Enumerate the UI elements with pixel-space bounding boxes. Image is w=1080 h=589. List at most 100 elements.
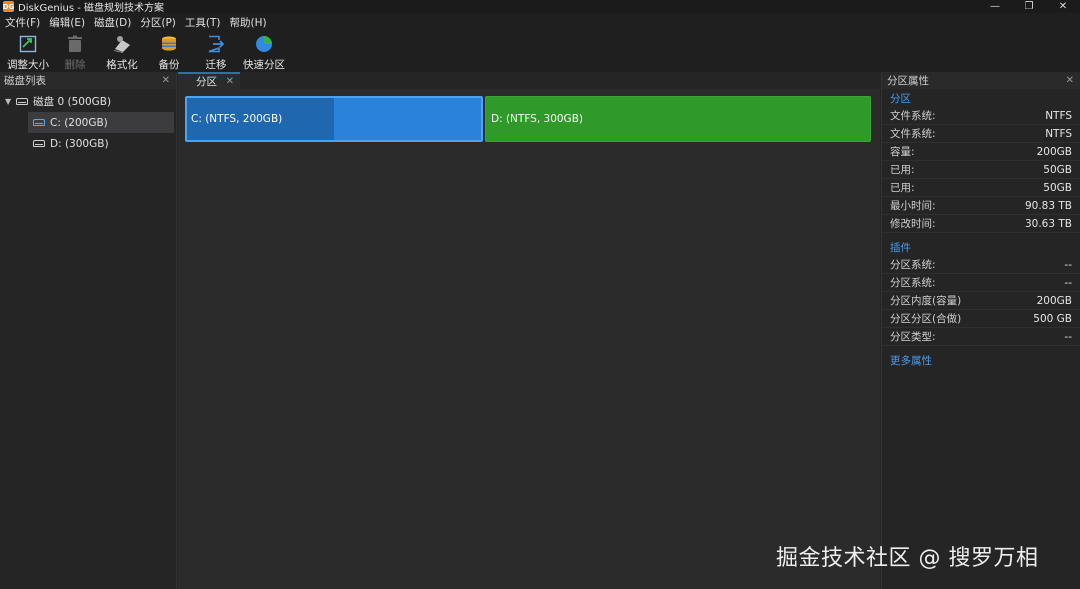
toolbar: 调整大小 删除 格式化 备份 迁移 快速分区 xyxy=(0,31,1080,72)
resize-label: 调整大小 xyxy=(7,59,49,71)
property-value: NTFS xyxy=(1045,127,1072,140)
database-icon xyxy=(159,34,179,54)
migrate-label: 迁移 xyxy=(205,59,227,71)
property-key: 分区系统: xyxy=(890,259,936,271)
menu-help[interactable]: 帮助(H) xyxy=(229,15,266,30)
property-row: 修改时间: 30.63 TB xyxy=(882,215,1080,233)
tree-item-partition-c[interactable]: C: (200GB) xyxy=(28,112,174,133)
partition-block-label: D: (NTFS, 300GB) xyxy=(491,113,583,125)
property-row: 分区类型: -- xyxy=(882,328,1080,346)
property-key: 分区类型: xyxy=(890,331,936,343)
property-key: 最小时间: xyxy=(890,200,936,212)
resize-icon xyxy=(18,34,38,54)
property-value: 200GB xyxy=(1036,145,1072,158)
close-icon[interactable]: ✕ xyxy=(1066,75,1074,86)
property-row: 已用: 50GB xyxy=(882,161,1080,179)
properties-header: 分区属性 ✕ xyxy=(882,72,1080,89)
property-row: 已用: 50GB xyxy=(882,179,1080,197)
disk-list-header: 磁盘列表 ✕ xyxy=(0,72,176,89)
property-row: 文件系统: NTFS xyxy=(882,107,1080,125)
property-key: 文件系统: xyxy=(890,110,936,122)
property-value: -- xyxy=(1064,276,1072,289)
app-logo-icon: DG xyxy=(2,1,15,12)
section-title: 插件 xyxy=(890,241,911,254)
property-value: -- xyxy=(1064,330,1072,343)
trash-icon xyxy=(65,34,85,54)
property-value: 50GB xyxy=(1043,163,1072,176)
property-value: NTFS xyxy=(1045,109,1072,122)
backup-label: 备份 xyxy=(158,59,180,71)
section-title: 分区 xyxy=(890,92,911,105)
property-value: 90.83 TB xyxy=(1024,199,1072,212)
partition-block-label: C: (NTFS, 200GB) xyxy=(191,113,283,125)
migrate-icon xyxy=(206,34,226,54)
property-value: 200GB xyxy=(1036,294,1072,307)
delete-label: 删除 xyxy=(64,59,86,71)
format-icon xyxy=(112,34,132,54)
quick-partition-label: 快速分区 xyxy=(243,59,285,71)
format-label: 格式化 xyxy=(106,59,138,71)
properties-panel: 分区属性 ✕ 分区 文件系统: NTFS 文件系统: NTFS 容量: 200GB 已… xyxy=(881,72,1080,589)
quick-partition-button[interactable]: 快速分区 xyxy=(240,34,288,72)
partition-block-d[interactable]: D: (NTFS, 300GB) xyxy=(485,96,871,142)
property-value: -- xyxy=(1064,258,1072,271)
property-value: 50GB xyxy=(1043,181,1072,194)
property-key: 分区内度(容量) xyxy=(890,295,962,307)
property-row: 文件系统: NTFS xyxy=(882,125,1080,143)
property-key: 分区系统: xyxy=(890,277,936,289)
migrate-button[interactable]: 迁移 xyxy=(192,34,240,72)
disk-icon xyxy=(16,98,29,105)
partition-label: C: (200GB) xyxy=(50,116,108,129)
tab-partition[interactable]: 分区 ✕ xyxy=(178,72,240,89)
property-key: 分区分区(合做) xyxy=(890,313,962,325)
close-icon[interactable]: ✕ xyxy=(226,76,234,87)
menu-bar: 文件(F) 编辑(E) 磁盘(D) 分区(P) 工具(T) 帮助(H) xyxy=(0,13,1080,31)
property-row: 分区系统: -- xyxy=(882,274,1080,292)
format-button[interactable]: 格式化 xyxy=(98,34,146,72)
delete-button[interactable]: 删除 xyxy=(52,34,98,72)
partition-icon xyxy=(33,119,45,126)
partition-label: D: (300GB) xyxy=(50,137,109,150)
partition-icon xyxy=(33,140,45,147)
tab-strip: 分区 ✕ xyxy=(178,72,880,89)
menu-tools[interactable]: 工具(T) xyxy=(185,15,221,30)
property-key: 修改时间: xyxy=(890,218,936,230)
property-row: 分区内度(容量) 200GB xyxy=(882,292,1080,310)
partition-block-c[interactable]: C: (NTFS, 200GB) xyxy=(185,96,483,142)
property-row: 分区分区(合做) 500 GB xyxy=(882,310,1080,328)
menu-file[interactable]: 文件(F) xyxy=(5,15,40,30)
menu-partition[interactable]: 分区(P) xyxy=(140,15,176,30)
window-title: DiskGenius - 磁盘规划技术方案 xyxy=(18,3,165,14)
disk-label: 磁盘 0 (500GB) xyxy=(33,96,112,108)
watermark: 掘金技术社区 @ 搜罗万相 xyxy=(776,546,1039,571)
property-key: 已用: xyxy=(890,164,915,176)
property-row: 分区系统: -- xyxy=(882,256,1080,274)
menu-disk[interactable]: 磁盘(D) xyxy=(94,15,131,30)
more-properties-link[interactable]: 更多属性 xyxy=(882,351,1080,369)
property-key: 已用: xyxy=(890,182,915,194)
disk-list-panel: 磁盘列表 ✕ ▼ 磁盘 0 (500GB) C: (200GB) D: (300… xyxy=(0,72,177,589)
resize-button[interactable]: 调整大小 xyxy=(4,34,52,72)
property-row: 容量: 200GB xyxy=(882,143,1080,161)
tree-item-disk-0[interactable]: ▼ 磁盘 0 (500GB) xyxy=(0,91,176,112)
close-icon[interactable]: ✕ xyxy=(162,75,170,86)
tree-item-partition-d[interactable]: D: (300GB) xyxy=(28,133,174,154)
pie-icon xyxy=(254,34,274,54)
window-controls: — ❐ ✕ xyxy=(978,0,1080,13)
property-row: 最小时间: 90.83 TB xyxy=(882,197,1080,215)
title-bar: DG DiskGenius - 磁盘规划技术方案 — ❐ ✕ xyxy=(0,0,1080,14)
property-key: 容量: xyxy=(890,146,915,158)
backup-button[interactable]: 备份 xyxy=(146,34,192,72)
partition-view: 分区 ✕ C: (NTFS, 200GB) D: (NTFS, 300GB) xyxy=(178,72,880,589)
maximize-button[interactable]: ❐ xyxy=(1012,0,1046,13)
chevron-down-icon[interactable]: ▼ xyxy=(5,97,11,106)
menu-edit[interactable]: 编辑(E) xyxy=(49,15,85,30)
disk-map: C: (NTFS, 200GB) D: (NTFS, 300GB) xyxy=(185,96,871,142)
minimize-button[interactable]: — xyxy=(978,0,1012,13)
property-key: 文件系统: xyxy=(890,128,936,140)
property-value: 30.63 TB xyxy=(1024,217,1072,230)
close-button[interactable]: ✕ xyxy=(1046,0,1080,13)
property-value: 500 GB xyxy=(1033,312,1072,325)
properties-title: 分区属性 xyxy=(887,75,929,87)
disk-list-title: 磁盘列表 xyxy=(4,75,46,87)
